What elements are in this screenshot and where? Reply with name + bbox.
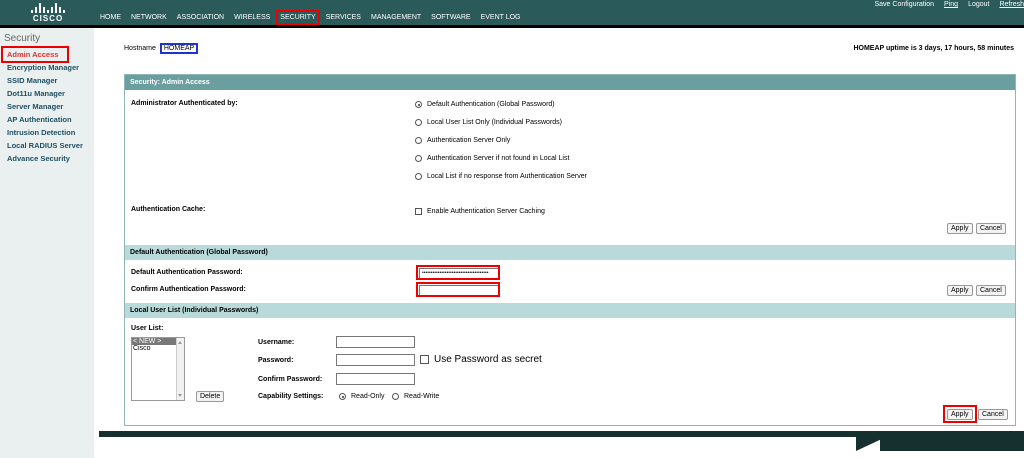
radio-selected-icon[interactable] <box>339 393 346 400</box>
radio-icon[interactable] <box>415 155 422 162</box>
sidebar-item-admin-access[interactable]: Admin Access <box>1 46 69 63</box>
checkbox-icon[interactable] <box>420 355 429 364</box>
default-password-label: Default Authentication Password: <box>131 269 243 276</box>
default-password-highlight <box>416 265 500 280</box>
confirm-password-label: Confirm Authentication Password: <box>131 286 246 293</box>
auth-option-local-fallback[interactable]: Local List if no response from Authentic… <box>415 173 587 180</box>
cisco-logo-icon <box>30 3 66 13</box>
user-list-label: User List: <box>131 325 164 332</box>
save-configuration-link[interactable]: Save Configuration <box>875 1 935 8</box>
nav-association[interactable]: ASSOCIATION <box>177 14 224 21</box>
delete-user-button[interactable]: Delete <box>196 391 225 402</box>
security-panel: Security: Admin Access Administrator Aut… <box>124 74 1016 426</box>
uptime-text: HOMEAP uptime is 3 days, 17 hours, 58 mi… <box>853 45 1014 52</box>
username-label: Username: <box>258 339 295 346</box>
hostname-value: HOMEAP <box>159 43 199 54</box>
user-password-label: Password: <box>258 357 294 364</box>
confirm-password-highlight <box>416 282 500 297</box>
sidebar-item-intrusion-detection[interactable]: Intrusion Detection <box>0 126 94 139</box>
auth-option-default-label: Default Authentication (Global Password) <box>427 101 555 108</box>
user-list-box[interactable]: < NEW > Cisco <box>131 337 185 401</box>
radio-icon[interactable] <box>392 393 399 400</box>
ping-link[interactable]: Ping <box>944 1 958 8</box>
sidebar-item-dot11u-manager[interactable]: Dot11u Manager <box>0 87 94 100</box>
auth-cache-option-label: Enable Authentication Server Caching <box>427 208 545 215</box>
checkbox-icon[interactable] <box>415 208 422 215</box>
auth-option-server-only-label: Authentication Server Only <box>427 137 511 144</box>
admin-apply-button[interactable]: Apply <box>947 223 973 234</box>
auth-cache-label: Authentication Cache: <box>131 206 206 213</box>
user-confirm-password-field[interactable] <box>336 373 415 385</box>
password-secret-label: Use Password as secret <box>434 354 542 365</box>
capability-read-write-label: Read-Write <box>404 393 440 400</box>
nav-event-log[interactable]: EVENT LOG <box>481 14 521 21</box>
default-auth-apply-button[interactable]: Apply <box>947 285 973 296</box>
capability-read-only[interactable]: Read-Only <box>339 393 384 400</box>
admin-access-heading: Security: Admin Access <box>125 75 1015 90</box>
scroll-down-icon[interactable] <box>178 394 182 397</box>
sidebar-item-server-manager[interactable]: Server Manager <box>0 100 94 113</box>
footer-tab <box>880 437 1024 451</box>
user-confirm-password-label: Confirm Password: <box>258 376 323 383</box>
local-users-cancel-button[interactable]: Cancel <box>978 409 1008 420</box>
default-auth-heading: Default Authentication (Global Password) <box>125 245 1015 260</box>
radio-icon[interactable] <box>415 137 422 144</box>
logo-text: CISCO <box>32 14 64 23</box>
cisco-logo: CISCO <box>30 3 66 25</box>
radio-icon[interactable] <box>415 119 422 126</box>
auth-option-local-list[interactable]: Local User List Only (Individual Passwor… <box>415 119 562 126</box>
user-list-scrollbar[interactable] <box>176 338 184 400</box>
main-nav: HOME NETWORK ASSOCIATION WIRELESS SECURI… <box>100 10 521 25</box>
sidebar-title: Security <box>4 33 41 44</box>
nav-wireless[interactable]: WIRELESS <box>234 14 270 21</box>
sidebar: Security Admin Access Encryption Manager… <box>0 28 94 458</box>
sidebar-item-ap-authentication[interactable]: AP Authentication <box>0 113 94 126</box>
nav-network[interactable]: NETWORK <box>131 14 167 21</box>
header-divider <box>0 25 1024 28</box>
nav-management[interactable]: MANAGEMENT <box>371 14 421 21</box>
auth-option-default[interactable]: Default Authentication (Global Password) <box>415 101 555 108</box>
admin-cancel-button[interactable]: Cancel <box>976 223 1006 234</box>
scroll-up-icon[interactable] <box>178 341 182 344</box>
capability-settings-label: Capability Settings: <box>258 393 324 400</box>
user-password-field[interactable] <box>336 354 415 366</box>
nav-security[interactable]: SECURITY <box>276 10 320 25</box>
local-user-list-heading: Local User List (Individual Passwords) <box>125 303 1015 318</box>
user-list-item[interactable]: < NEW > <box>132 338 176 345</box>
sidebar-item-local-radius-server[interactable]: Local RADIUS Server <box>0 139 94 152</box>
radio-icon[interactable] <box>415 173 422 180</box>
password-secret-option[interactable]: Use Password as secret <box>420 354 542 365</box>
sidebar-item-advance-security[interactable]: Advance Security <box>0 152 94 165</box>
admin-auth-label: Administrator Authenticated by: <box>131 100 238 107</box>
auth-option-server-only[interactable]: Authentication Server Only <box>415 137 510 144</box>
nav-services[interactable]: SERVICES <box>326 14 361 21</box>
auth-option-local-list-label: Local User List Only (Individual Passwor… <box>427 119 562 126</box>
logout-link[interactable]: Logout <box>968 1 989 8</box>
username-field[interactable] <box>336 336 415 348</box>
radio-selected-icon[interactable] <box>415 101 422 108</box>
auth-option-server-fallback-label: Authentication Server if not found in Lo… <box>427 155 570 162</box>
auth-option-server-fallback[interactable]: Authentication Server if not found in Lo… <box>415 155 569 162</box>
sidebar-item-encryption-manager[interactable]: Encryption Manager <box>0 61 94 74</box>
refresh-link[interactable]: Refresh <box>999 1 1024 8</box>
default-auth-cancel-button[interactable]: Cancel <box>976 285 1006 296</box>
nav-home[interactable]: HOME <box>100 14 121 21</box>
hostname-line: Hostname HOMEAP <box>124 43 199 54</box>
capability-read-write[interactable]: Read-Write <box>392 393 439 400</box>
nav-software[interactable]: SOFTWARE <box>431 14 470 21</box>
apply-highlight <box>943 405 977 423</box>
auth-option-local-fallback-label: Local List if no response from Authentic… <box>427 173 587 180</box>
capability-read-only-label: Read-Only <box>351 393 385 400</box>
top-links: Save Configuration Ping Logout Refresh <box>875 1 1024 8</box>
sidebar-item-ssid-manager[interactable]: SSID Manager <box>0 74 94 87</box>
auth-cache-option[interactable]: Enable Authentication Server Caching <box>415 208 545 215</box>
top-bar: CISCO Save Configuration Ping Logout Ref… <box>0 0 1024 28</box>
hostname-label: Hostname <box>124 45 156 52</box>
